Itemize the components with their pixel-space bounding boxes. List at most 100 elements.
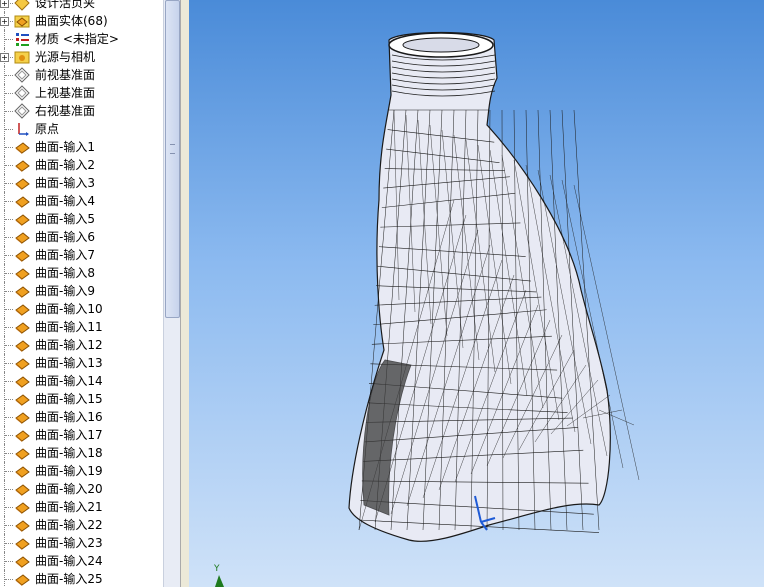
tree-connector	[5, 579, 13, 580]
bottle-mesh-model[interactable]: Y	[189, 0, 764, 587]
tree-item-label: 曲面-输入16	[35, 410, 103, 424]
tree-item-label: 曲面-输入10	[35, 302, 103, 316]
tree-item-label: 曲面-输入11	[35, 320, 103, 334]
tree-connector	[5, 417, 13, 418]
tree-connector	[5, 309, 13, 310]
imported-surface-icon	[14, 301, 30, 317]
imported-surface-icon	[14, 445, 30, 461]
tree-connector	[5, 489, 13, 490]
imported-surface-icon	[14, 499, 30, 515]
imported-surface-icon	[14, 571, 30, 587]
tree-item-label: 曲面-输入15	[35, 392, 103, 406]
triad-y-label: Y	[213, 564, 220, 574]
tree-item-label: 曲面-输入9	[35, 284, 95, 298]
tree-item-label: 曲面-输入3	[35, 176, 95, 190]
tree-connector	[5, 471, 13, 472]
imported-surface-icon	[14, 553, 30, 569]
tree-item-label: 曲面-输入17	[35, 428, 103, 442]
imported-surface-icon	[14, 175, 30, 191]
material-icon	[14, 31, 30, 47]
tree-connector	[5, 453, 13, 454]
tree-item-label: 前视基准面	[35, 68, 96, 82]
tree-connector	[5, 345, 13, 346]
tree-item-label: 曲面-输入23	[35, 536, 103, 550]
tree-connector	[5, 273, 13, 274]
tree-item-label: 曲面-输入20	[35, 482, 103, 496]
design-binder-icon	[14, 0, 30, 11]
tree-item-label: 曲面-输入24	[35, 554, 103, 568]
tree-item-label: 原点	[35, 122, 60, 136]
tree-connector	[5, 291, 13, 292]
tree-item-label: 曲面实体(68)	[35, 14, 108, 28]
tree-connector	[5, 525, 13, 526]
tree-connector	[5, 237, 13, 238]
surface-bodies-folder-icon	[14, 13, 30, 29]
bottle-mesh-icon	[348, 31, 640, 542]
tree-item-label: 材质 <未指定>	[35, 32, 119, 46]
view-orientation-triad-icon: Y	[213, 564, 224, 587]
origin-icon	[14, 121, 30, 137]
tree-item-label: 曲面-输入2	[35, 158, 95, 172]
tree-item-label: 曲面-输入12	[35, 338, 103, 352]
imported-surface-icon	[14, 409, 30, 425]
imported-surface-icon	[14, 481, 30, 497]
tree-item-label: 曲面-输入6	[35, 230, 95, 244]
expand-toggle-icon[interactable]: +	[0, 0, 9, 8]
imported-surface-icon	[14, 157, 30, 173]
lights-cameras-folder-icon	[14, 49, 30, 65]
tree-connector	[5, 435, 13, 436]
expand-toggle-icon[interactable]: +	[0, 53, 9, 62]
imported-surface-icon	[14, 427, 30, 443]
tree-connector	[5, 255, 13, 256]
tree-scrollbar[interactable]	[163, 0, 180, 587]
tree-item-label: 曲面-输入7	[35, 248, 95, 262]
tree-connector	[5, 111, 13, 112]
tree-connector	[5, 561, 13, 562]
plane-icon	[14, 85, 30, 101]
scrollbar-thumb[interactable]	[165, 0, 180, 318]
imported-surface-icon	[14, 337, 30, 353]
imported-surface-icon	[14, 391, 30, 407]
tree-item-label: 右视基准面	[35, 104, 96, 118]
tree-item-label: 曲面-输入8	[35, 266, 95, 280]
expand-toggle-icon[interactable]: +	[0, 17, 9, 26]
imported-surface-icon	[14, 517, 30, 533]
tree-item-label: 上视基准面	[35, 86, 96, 100]
tree-item-label: 曲面-输入13	[35, 356, 103, 370]
tree-connector	[5, 507, 13, 508]
tree-item-label: 曲面-输入19	[35, 464, 103, 478]
tree-connector	[5, 183, 13, 184]
imported-surface-icon	[14, 535, 30, 551]
tree-connector	[5, 219, 13, 220]
tree-connector	[5, 327, 13, 328]
imported-surface-icon	[14, 211, 30, 227]
tree-item-label: 光源与相机	[35, 50, 96, 64]
feature-manager-tree: + 设计活页夹 + 曲面实体(68) 材质 <未指定> + 光源与相机前视基准面上视基准面右…	[0, 0, 163, 587]
imported-surface-icon	[14, 229, 30, 245]
imported-surface-icon	[14, 283, 30, 299]
plane-icon	[14, 103, 30, 119]
tree-connector	[5, 399, 13, 400]
tree-connector	[5, 93, 13, 94]
tree-item-label: 曲面-输入4	[35, 194, 95, 208]
imported-surface-icon	[14, 373, 30, 389]
imported-surface-icon	[14, 463, 30, 479]
tree-connector	[5, 201, 13, 202]
tree-connector	[5, 543, 13, 544]
tree-item-label: 曲面-输入5	[35, 212, 95, 226]
tree-connector	[5, 363, 13, 364]
imported-surface-icon	[14, 247, 30, 263]
graphics-viewport[interactable]: Y	[189, 0, 764, 587]
imported-surface-icon	[14, 319, 30, 335]
imported-surface-icon	[14, 139, 30, 155]
plane-icon	[14, 67, 30, 83]
tree-item-label: 曲面-输入22	[35, 518, 103, 532]
tree-item-label: 设计活页夹	[35, 0, 96, 10]
tree-connector	[5, 75, 13, 76]
scrollbar-grip	[170, 144, 175, 154]
tree-connector	[5, 147, 13, 148]
tree-item-label: 曲面-输入21	[35, 500, 103, 514]
tree-item-label: 曲面-输入1	[35, 140, 95, 154]
imported-surface-icon	[14, 193, 30, 209]
tree-connector	[5, 165, 13, 166]
